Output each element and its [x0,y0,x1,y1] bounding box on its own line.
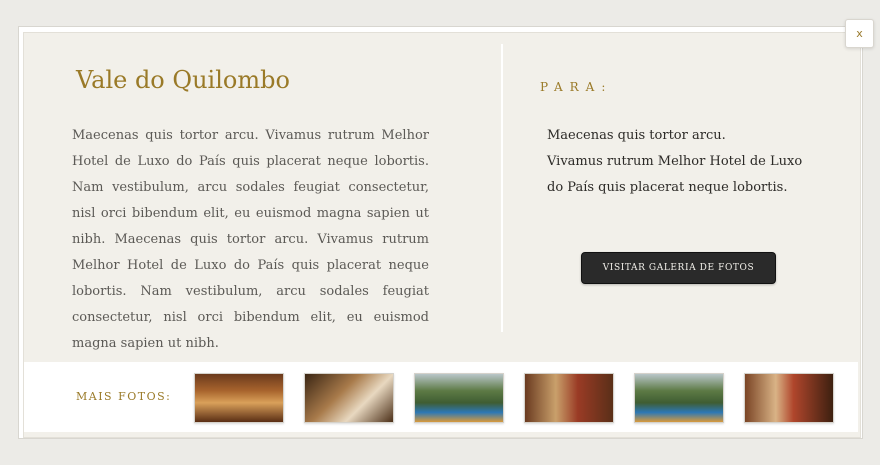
destination-line: Maecenas quis tortor arcu. [547,128,726,143]
close-icon: x [856,27,863,40]
visit-gallery-button[interactable]: VISITAR GALERIA DE FOTOS [581,252,776,284]
destination-text: Maecenas quis tortor arcu. Vivamus rutru… [547,123,817,201]
column-divider [501,44,503,332]
suite-thumbnail[interactable] [744,373,834,423]
destination-label: PARA: [540,80,613,94]
destination-line: do País quis placerat neque lobortis. [547,180,788,195]
room-thumbnail[interactable] [304,373,394,423]
lounge-thumbnail[interactable] [194,373,284,423]
pool-thumbnail[interactable] [414,373,504,423]
hotel-title: Vale do Quilombo [76,66,290,94]
destination-line: Vivamus rutrum Melhor Hotel de Luxo [547,154,803,169]
more-photos-label: MAIS FOTOS: [76,390,172,403]
hotel-description: Maecenas quis tortor arcu. Vivamus rutru… [72,128,429,351]
close-button[interactable]: x [845,19,874,48]
pool-thumbnail[interactable] [634,373,724,423]
suite-thumbnail[interactable] [524,373,614,423]
